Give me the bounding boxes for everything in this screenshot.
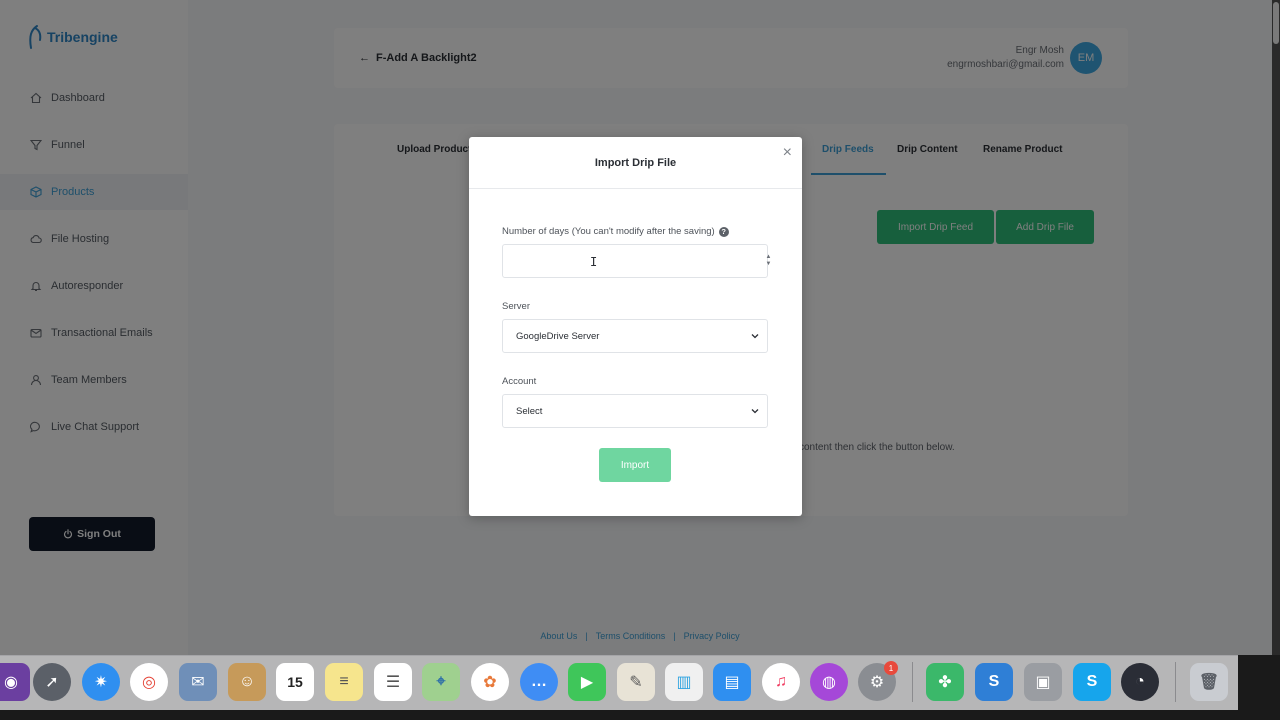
keynote-icon[interactable]: ▤ [713, 663, 751, 701]
dock-separator [1175, 662, 1176, 702]
obs-icon[interactable]: ◔ [1121, 663, 1159, 701]
import-drip-file-modal: Import Drip File × Number of days (You c… [469, 137, 802, 516]
days-label-text: Number of days (You can't modify after t… [502, 226, 715, 237]
pages-icon[interactable]: ✎ [617, 663, 655, 701]
scrollbar-thumb[interactable] [1273, 2, 1279, 44]
scrollbar[interactable] [1272, 0, 1280, 655]
app-window: Tribengine Dashboard Funnel Products Fil… [0, 0, 1280, 655]
notification-badge: 1 [884, 661, 898, 675]
podcasts-icon[interactable]: ◍ [810, 663, 848, 701]
account-label: Account [502, 376, 537, 387]
chevron-down-icon [751, 334, 759, 339]
server-select[interactable]: GoogleDrive Server [502, 319, 768, 353]
archive-utility-icon[interactable]: ▣ [1024, 663, 1062, 701]
days-input[interactable] [502, 244, 768, 278]
chevron-down-icon [751, 409, 759, 414]
snagit-icon[interactable]: S [975, 663, 1013, 701]
contacts-icon[interactable]: ☺ [228, 663, 266, 701]
messages-icon[interactable]: … [520, 663, 558, 701]
skype-icon[interactable]: S [1073, 663, 1111, 701]
reminders-icon[interactable]: ☰ [374, 663, 412, 701]
account-select-value: Select [516, 405, 543, 417]
numbers-icon[interactable]: ▥ [665, 663, 703, 701]
notes-icon[interactable]: ≡ [325, 663, 363, 701]
launchpad-icon[interactable]: ➚ [33, 663, 71, 701]
facetime-icon[interactable]: ▶ [568, 663, 606, 701]
close-icon[interactable]: × [783, 144, 792, 162]
import-button[interactable]: Import [599, 448, 671, 482]
chrome-icon[interactable]: ◎ [130, 663, 168, 701]
grape-app-icon[interactable]: ✤ [926, 663, 964, 701]
dock-separator [912, 662, 913, 702]
music-icon[interactable]: ♫ [762, 663, 800, 701]
help-icon[interactable]: ? [718, 226, 729, 237]
text-cursor-icon: I [590, 255, 598, 269]
trash-icon[interactable]: 🗑 [1190, 663, 1228, 701]
photos-icon[interactable]: ✿ [471, 663, 509, 701]
calendar-icon[interactable]: 15 [276, 663, 314, 701]
siri-icon[interactable]: ◉ [0, 663, 30, 701]
safari-icon[interactable]: ✷ [82, 663, 120, 701]
preview-icon[interactable]: ✉ [179, 663, 217, 701]
maps-icon[interactable]: ⌖ [422, 663, 460, 701]
days-label: Number of days (You can't modify after t… [502, 226, 729, 237]
account-select[interactable]: Select [502, 394, 768, 428]
number-spinner-icon[interactable]: ▲ ▼ [747, 254, 790, 268]
server-label: Server [502, 301, 530, 312]
server-select-value: GoogleDrive Server [516, 330, 600, 342]
modal-title: Import Drip File [469, 137, 802, 189]
